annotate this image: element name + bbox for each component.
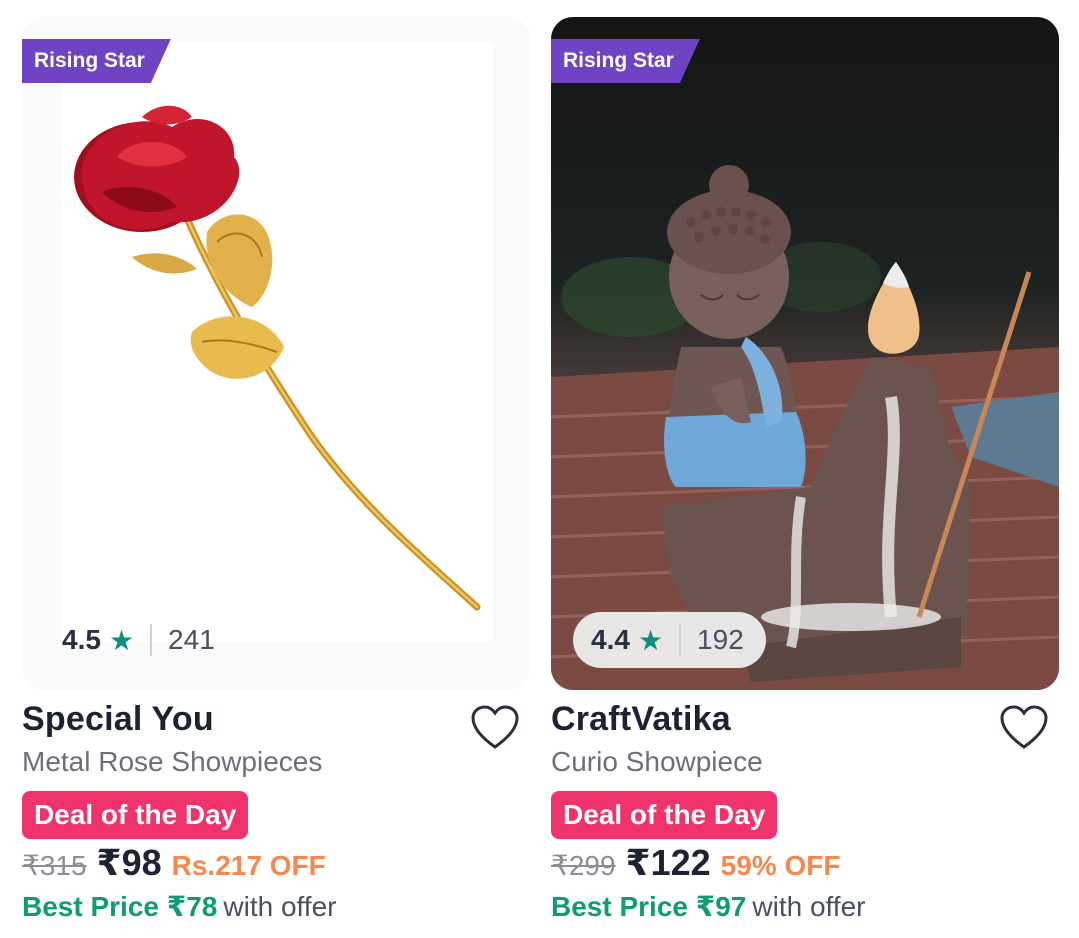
star-icon: ★	[637, 624, 664, 656]
best-price: Best Price ₹97	[551, 891, 747, 922]
rising-star-tag: Rising Star	[551, 39, 700, 83]
buddha-incense-burner-image	[551, 165, 1059, 690]
product-card[interactable]: Rising Star 4.5 ★ 241 Special You Metal …	[22, 0, 530, 938]
best-price-row: Best Price ₹97 with offer	[551, 890, 865, 923]
product-image[interactable]	[22, 17, 530, 690]
product-name: Metal Rose Showpieces	[22, 746, 323, 777]
product-brand: CraftVatika	[551, 700, 731, 738]
rating-badge: 4.5 ★ 241	[44, 612, 237, 668]
wishlist-heart-icon[interactable]	[470, 705, 520, 751]
rating-score: 4.4	[591, 624, 630, 655]
wishlist-heart-icon[interactable]	[999, 705, 1049, 751]
deal-of-the-day-badge: Deal of the Day	[551, 791, 778, 839]
golden-rose-image	[62, 42, 492, 642]
price-row: ₹299 ₹122 59% OFF	[551, 842, 840, 884]
rating-count: 192	[697, 624, 744, 655]
rating-badge: 4.4 ★ 192	[573, 612, 766, 668]
selling-price: ₹122	[625, 842, 711, 883]
original-price: ₹299	[551, 850, 616, 881]
product-brand: Special You	[22, 700, 214, 738]
product-card[interactable]: Rising Star 4.4 ★ 192 CraftVatika Curio …	[551, 0, 1059, 938]
discount-label: Rs.217 OFF	[171, 850, 326, 881]
original-price: ₹315	[22, 850, 87, 881]
rating-divider	[150, 624, 153, 656]
rating-divider	[679, 624, 682, 656]
rating-score: 4.5	[62, 624, 101, 655]
with-offer-text: with offer	[752, 891, 866, 922]
selling-price: ₹98	[96, 842, 162, 883]
rating-count: 241	[168, 624, 215, 655]
star-icon: ★	[108, 624, 135, 656]
with-offer-text: with offer	[223, 891, 337, 922]
product-name: Curio Showpiece	[551, 746, 763, 777]
best-price: Best Price ₹78	[22, 891, 218, 922]
rising-star-tag: Rising Star	[22, 39, 171, 83]
product-image[interactable]	[551, 17, 1059, 690]
best-price-row: Best Price ₹78 with offer	[22, 890, 336, 923]
deal-of-the-day-badge: Deal of the Day	[22, 791, 249, 839]
discount-label: 59% OFF	[720, 850, 841, 881]
price-row: ₹315 ₹98 Rs.217 OFF	[22, 842, 326, 884]
